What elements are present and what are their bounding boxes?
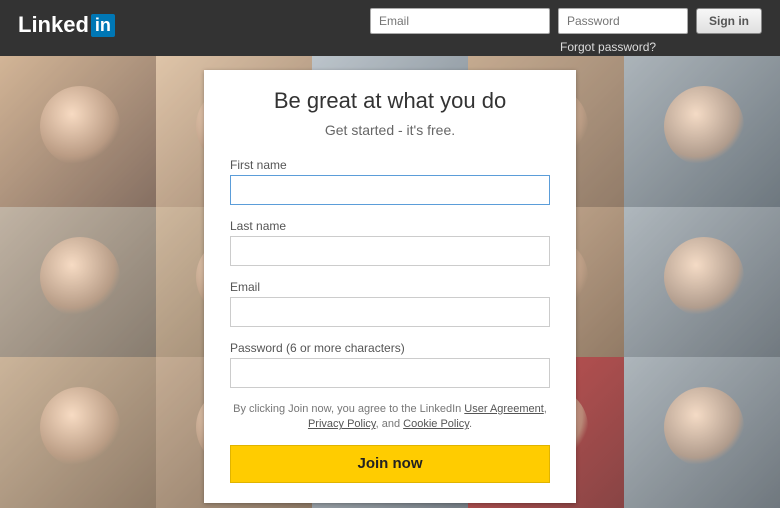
signin-button[interactable]: Sign in bbox=[696, 8, 762, 34]
forgot-password-link[interactable]: Forgot password? bbox=[560, 40, 656, 54]
signup-password-input[interactable] bbox=[230, 358, 550, 388]
topbar-password-input[interactable] bbox=[558, 8, 688, 34]
signup-subtitle: Get started - it's free. bbox=[230, 122, 550, 138]
privacy-policy-link[interactable]: Privacy Policy bbox=[308, 418, 376, 430]
first-name-label: First name bbox=[230, 158, 550, 172]
linkedin-logo: Linked in bbox=[18, 12, 115, 38]
logo-text: Linked bbox=[18, 12, 89, 38]
logo-badge: in bbox=[91, 14, 115, 37]
terms-text: By clicking Join now, you agree to the L… bbox=[230, 402, 550, 433]
join-now-button[interactable]: Join now bbox=[230, 445, 550, 483]
first-name-input[interactable] bbox=[230, 175, 550, 205]
topbar-email-input[interactable] bbox=[370, 8, 550, 34]
topbar: Linked in Sign in Forgot password? bbox=[0, 0, 780, 56]
password-label: Password (6 or more characters) bbox=[230, 341, 550, 355]
last-name-label: Last name bbox=[230, 219, 550, 233]
email-label: Email bbox=[230, 280, 550, 294]
signup-email-input[interactable] bbox=[230, 297, 550, 327]
user-agreement-link[interactable]: User Agreement bbox=[464, 403, 543, 415]
cookie-policy-link[interactable]: Cookie Policy bbox=[403, 418, 469, 430]
last-name-input[interactable] bbox=[230, 236, 550, 266]
signup-title: Be great at what you do bbox=[230, 88, 550, 114]
signup-card: Be great at what you do Get started - it… bbox=[204, 70, 576, 503]
topbar-right: Sign in Forgot password? bbox=[370, 8, 762, 54]
